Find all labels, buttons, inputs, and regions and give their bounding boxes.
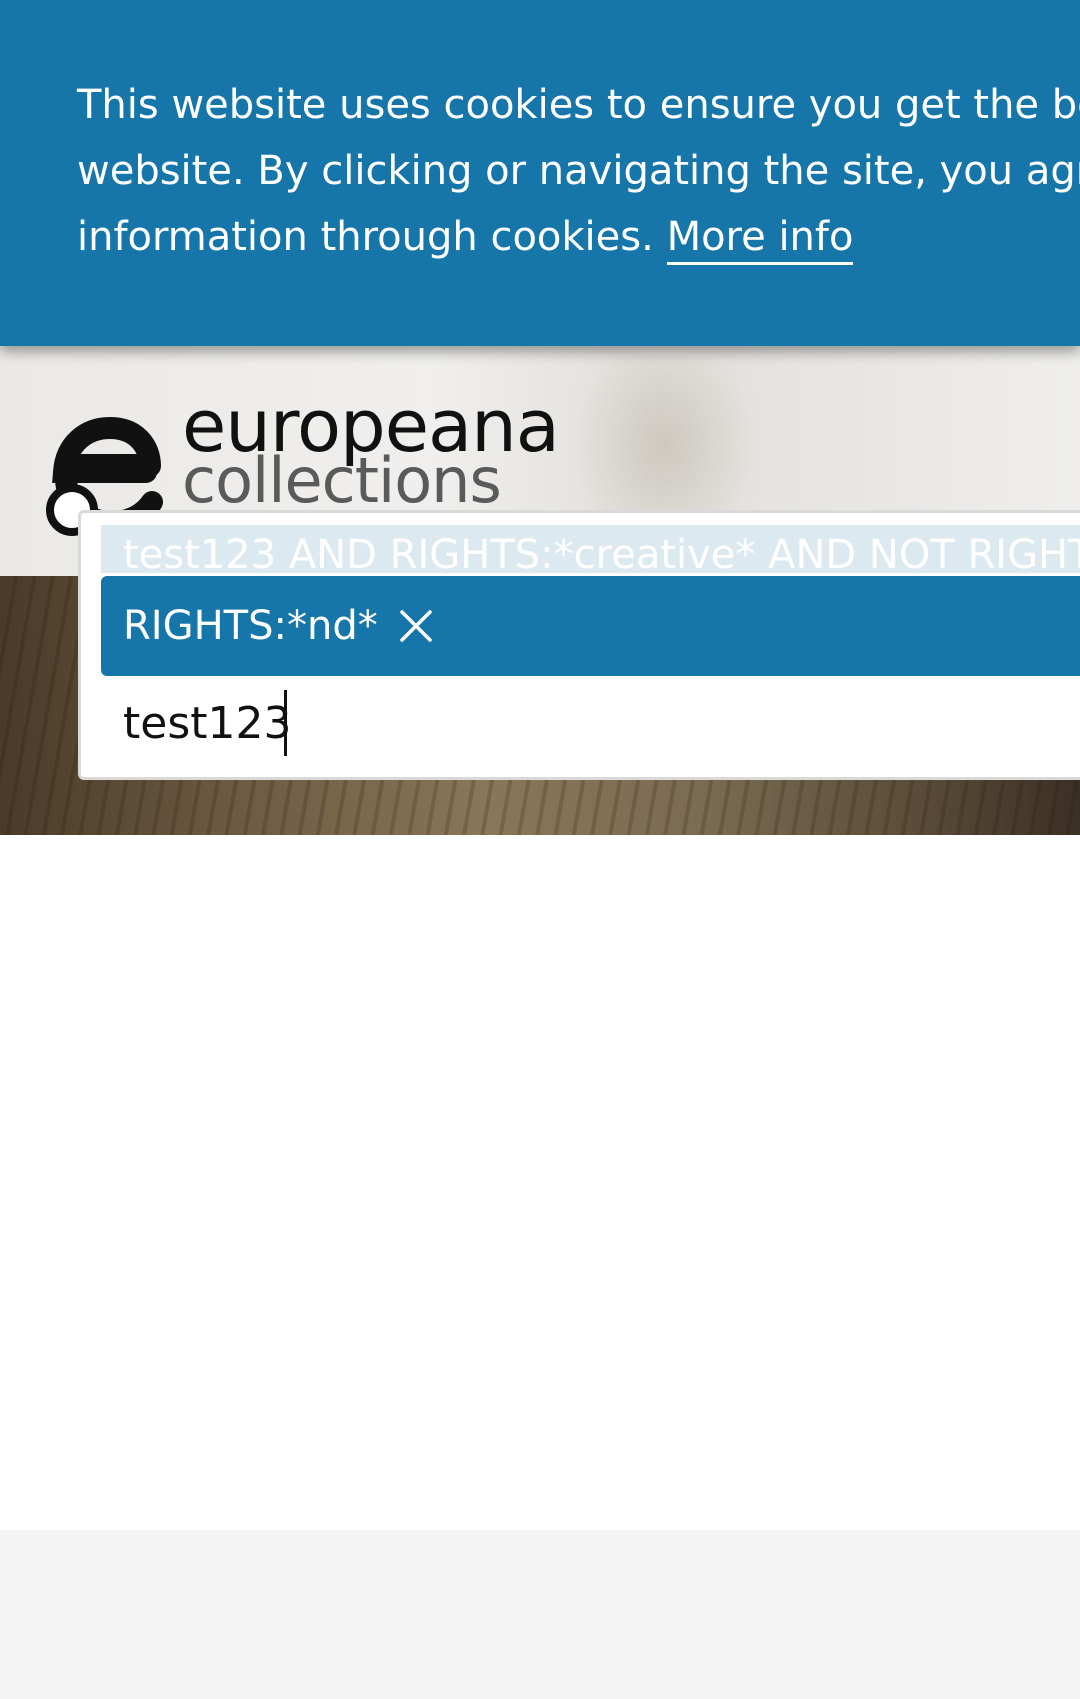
search-filter-pill-label: RIGHTS:*nd*	[123, 603, 378, 649]
search-filter-pill: RIGHTS:*nd*	[101, 576, 1080, 676]
cookie-message-line-2: website. By clicking or navigating the s…	[77, 148, 1080, 194]
footer-band	[0, 1530, 1080, 1699]
more-info-link[interactable]: More info	[666, 214, 854, 265]
cookie-message: This website uses cookies to ensure you …	[77, 72, 1080, 270]
text-cursor	[284, 690, 287, 756]
search-input[interactable]	[101, 683, 1080, 763]
cookie-message-line-3: information through cookies. More info	[77, 204, 1080, 270]
close-icon[interactable]	[396, 606, 436, 646]
cookie-message-line-3-text: information through cookies.	[77, 214, 654, 260]
cookie-banner: This website uses cookies to ensure you …	[0, 0, 1080, 346]
logo-wordmark-collections: collections	[182, 444, 502, 517]
search-box: test123 AND RIGHTS:*creative* AND NOT RI…	[78, 510, 1080, 780]
cookie-message-line-1: This website uses cookies to ensure you …	[77, 82, 1080, 128]
search-query-preview: test123 AND RIGHTS:*creative* AND NOT RI…	[101, 525, 1080, 573]
